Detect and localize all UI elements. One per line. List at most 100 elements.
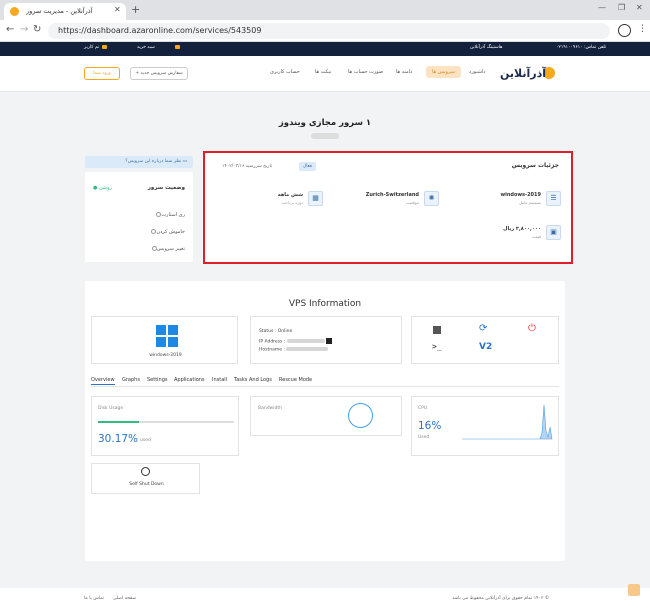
stop-icon[interactable] <box>433 326 441 334</box>
status-title: وضعیت سرور <box>147 185 185 191</box>
shutdown-action[interactable]: خاموش کردن <box>148 229 185 235</box>
cpu-sparkline <box>462 404 553 440</box>
profile-icon[interactable] <box>618 24 631 37</box>
bandwidth-label: Bandwidth <box>258 406 282 411</box>
tab-graphs[interactable]: Graphs <box>122 377 140 383</box>
cpu-percent: 16% <box>418 420 442 432</box>
cpu-card: CPU 16% Used <box>411 396 559 456</box>
back-icon[interactable]: ← <box>6 24 14 35</box>
close-window-icon[interactable]: ✕ <box>636 3 643 12</box>
site-top-bar: تلفن تماس: ۰۲۱۹۱۰۰۹۶۱۰ هاستینگ آذرآنلاین… <box>0 42 650 56</box>
browser-tab[interactable]: آذرآنلاین - مدیریت سرور ✕ <box>4 3 126 20</box>
tab-title: آذرآنلاین - مدیریت سرور <box>26 7 93 15</box>
cart-link[interactable]: سبد خرید <box>137 45 155 50</box>
self-shutdown-card[interactable]: Self Shut Down <box>91 463 200 494</box>
feedback-link[interactable]: ▭ نظر شما درباره این سرویس؟ <box>85 156 193 168</box>
windows-logo-icon <box>156 325 178 347</box>
vps-information-panel: VPS Information windows-2019 Status : On… <box>85 281 565 561</box>
disk-usage-card: Disk Usage 30.17% used <box>91 396 239 456</box>
tab-applications[interactable]: Applications <box>174 377 205 383</box>
new-tab-icon[interactable]: + <box>131 3 140 16</box>
globe-icon: ✺ <box>424 191 439 206</box>
login-button[interactable]: ورود شما <box>84 67 120 80</box>
hostname-row: Hostname : <box>259 347 329 353</box>
tb-icon-2 <box>102 45 107 51</box>
site-header: آذرآنلاین داشبورد سرویس ها دامنه ها صورت… <box>0 56 650 92</box>
user-theme-link[interactable]: تم کاربر <box>84 45 99 50</box>
cpu-used-label: Used <box>418 435 430 440</box>
browser-tab-bar: آذرآنلاین - مدیریت سرور ✕ + — ❐ ✕ <box>0 0 650 20</box>
nav-account[interactable]: حساب کاربری <box>270 69 300 75</box>
self-shutdown-label: Self Shut Down <box>129 482 164 487</box>
power-button-icon[interactable]: ⏻ <box>528 323 536 334</box>
add-service-button[interactable]: + سفارش سرویس جدید <box>130 67 188 80</box>
location-label: موقعیت <box>405 200 419 205</box>
change-service-action[interactable]: تغییر سرویس <box>149 246 185 252</box>
hostname-label: Hostname : <box>259 347 285 353</box>
chat-icon: ▭ <box>181 159 187 164</box>
os-value: windows-2019 <box>500 192 542 198</box>
phone-text[interactable]: تلفن تماس: ۰۲۱۹۱۰۰۹۶۱۰ <box>556 45 606 50</box>
nav-services[interactable]: سرویس ها <box>426 66 461 78</box>
restart-action[interactable]: ری استارت <box>153 212 185 218</box>
copyright-text: © ۱۴۰۲ تمام حقوق برای آذرآنلاین محفوظ می… <box>452 596 550 601</box>
os-card: windows-2019 <box>91 316 238 364</box>
active-badge: فعال <box>299 162 316 171</box>
tab-overview[interactable]: Overview <box>91 377 115 385</box>
ip-row: IP Address : <box>259 338 333 345</box>
nav-invoices[interactable]: صورت حساب ها <box>348 69 383 75</box>
forward-icon[interactable]: → <box>20 24 28 35</box>
ip-label: IP Address : <box>259 339 286 345</box>
console-icon[interactable]: >_ <box>432 342 442 351</box>
footer-contact-link[interactable]: تماس با ما <box>84 596 104 601</box>
maximize-icon[interactable]: ❐ <box>618 3 625 12</box>
money-icon: ▣ <box>546 225 561 240</box>
bandwidth-card: Bandwidth <box>250 396 402 436</box>
nav-domains[interactable]: دامنه ها <box>396 69 412 75</box>
page-subtitle-blurred <box>311 133 339 139</box>
url-input[interactable]: https://dashboard.azaronline.com/service… <box>48 23 610 39</box>
azaronline-logo[interactable]: آذرآنلاین <box>497 63 557 85</box>
detail-location: ✺ Zurich-Switzerland موقعیت <box>349 191 439 211</box>
bandwidth-gauge <box>348 403 373 428</box>
location-value: Zurich-Switzerland <box>365 192 419 198</box>
site-footer: © ۱۴۰۲ تمام حقوق برای آذرآنلاین محفوظ می… <box>0 588 650 612</box>
clock-icon <box>141 467 150 476</box>
disk-used-label: used <box>140 438 151 443</box>
tab-settings[interactable]: Settings <box>147 377 168 383</box>
disk-progress-fill <box>98 421 140 423</box>
server-info-card: Status : Online IP Address : Hostname : <box>250 316 402 364</box>
browser-menu-icon[interactable]: ⋮ <box>638 24 647 34</box>
close-tab-icon[interactable]: ✕ <box>114 5 121 14</box>
scroll-top-button[interactable] <box>628 584 640 596</box>
vnc-icon[interactable]: V2 <box>479 342 492 352</box>
shutdown-label: خاموش کردن <box>156 229 185 235</box>
status-value: ● روشن <box>93 185 112 191</box>
detail-os: ☰ windows-2019 سیستم عامل <box>471 191 561 211</box>
status-line: Status : Online <box>259 329 293 334</box>
svg-text:آذرآنلاین: آذرآنلاین <box>500 66 546 80</box>
price-value: ۳,۸۰۰,۰۰۰ ریال <box>503 226 541 232</box>
detail-price: ▣ ۳,۸۰۰,۰۰۰ ریال قیمت <box>471 225 561 245</box>
nav-tickets[interactable]: تیکت ها <box>315 69 331 75</box>
tab-tasks-logs[interactable]: Tasks And Logs <box>234 377 272 383</box>
vps-title: VPS Information <box>288 299 362 309</box>
os-caption: windows-2019 <box>149 353 182 358</box>
favicon-icon <box>10 7 19 16</box>
hosting-link[interactable]: هاستینگ آذرآنلاین <box>470 45 502 50</box>
disk-label: Disk Usage <box>98 406 124 411</box>
tab-rescue-mode[interactable]: Rescue Mode <box>279 377 312 383</box>
cycle-value: شش ماهه <box>277 192 303 198</box>
reload-icon[interactable]: ↻ <box>33 24 41 35</box>
details-title: جزئیات سرویس <box>511 162 559 169</box>
detail-cycle: ▦ شش ماهه دوره پرداخت <box>233 191 323 211</box>
nav-dashboard[interactable]: داشبورد <box>469 69 486 75</box>
refresh-icon[interactable]: ⟳ <box>479 323 487 334</box>
page-title: ۱ سرور مجازی ویندوز <box>278 118 372 128</box>
copy-icon[interactable] <box>326 338 333 344</box>
tab-install[interactable]: Install <box>212 377 227 383</box>
minimize-icon[interactable]: — <box>598 3 606 12</box>
hostname-redacted <box>286 347 329 351</box>
footer-home-link[interactable]: صفحه اصلی <box>113 596 136 601</box>
os-label: سیستم عامل <box>518 200 541 205</box>
